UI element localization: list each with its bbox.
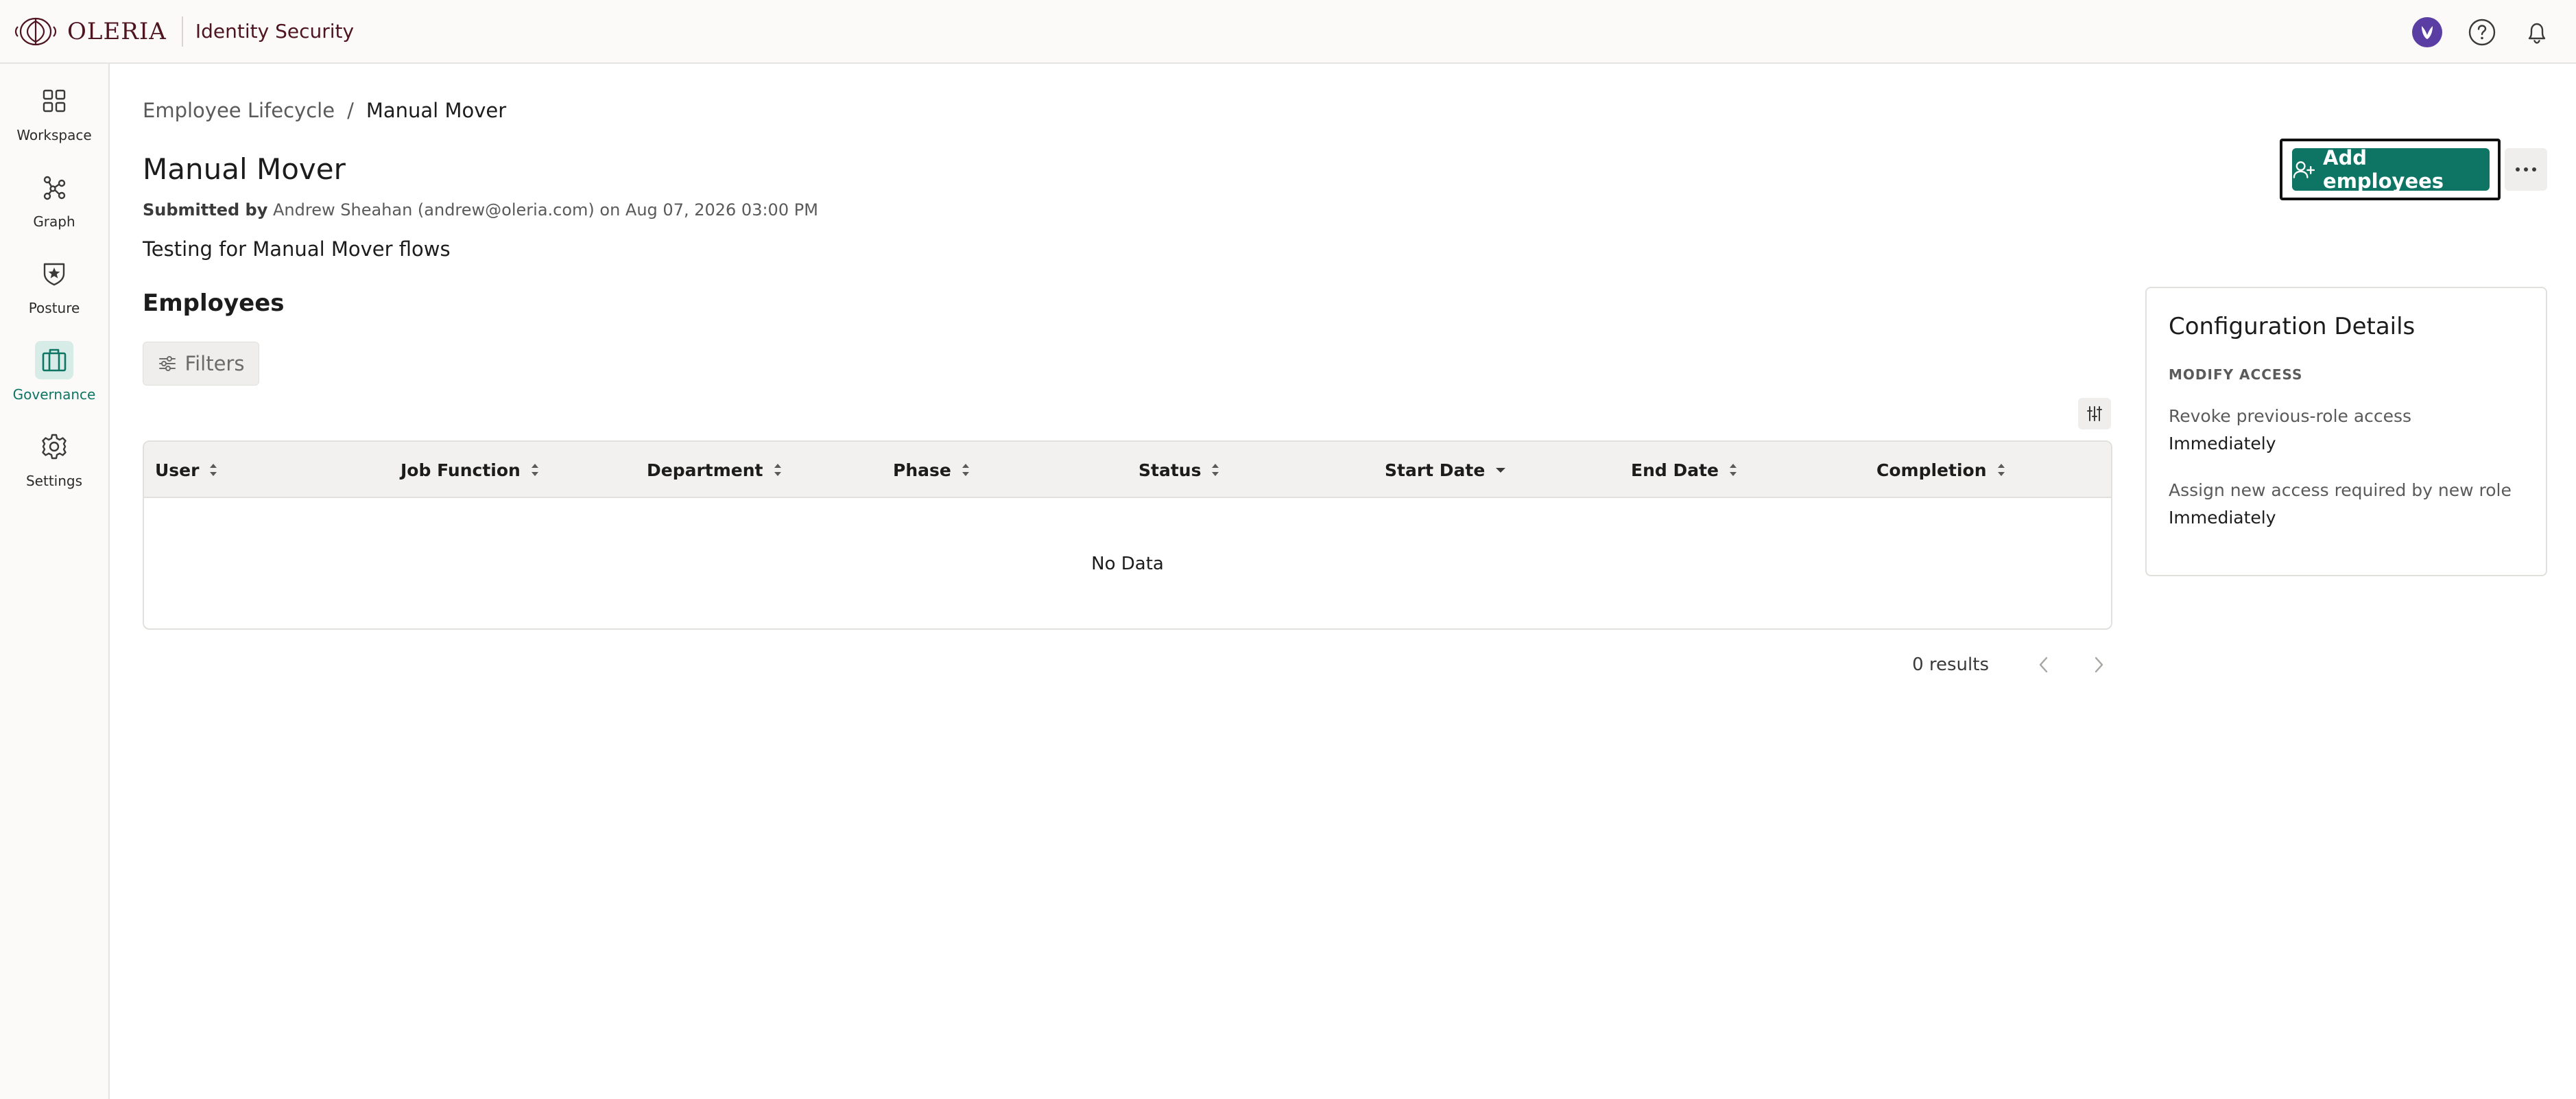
add-user-icon: [2293, 161, 2315, 178]
sidebar: Workspace Graph Posture Governance Setti…: [0, 64, 110, 1099]
column-header-department[interactable]: Department: [647, 442, 783, 498]
sort-icon: [1730, 464, 1737, 476]
submitted-by-text: Andrew Sheahan (andrew@oleria.com) on Au…: [273, 200, 818, 220]
config-item-value: Immediately: [2169, 508, 2276, 528]
bell-icon: [2528, 23, 2546, 44]
sidebar-item-settings[interactable]: Settings: [0, 427, 108, 503]
gear-icon: [35, 427, 73, 466]
employees-section-title: Employees: [143, 289, 285, 317]
column-header-user[interactable]: User: [155, 442, 218, 498]
column-header-end-date[interactable]: End Date: [1631, 442, 1738, 498]
next-page-button[interactable]: [2085, 651, 2112, 678]
brand[interactable]: OLERIA Identity Security: [12, 0, 354, 63]
previous-page-button[interactable]: [2030, 651, 2058, 678]
user-avatar[interactable]: [2411, 16, 2443, 48]
column-header-label: Status: [1138, 460, 1202, 480]
breadcrumb-separator: /: [347, 99, 354, 122]
page-description: Testing for Manual Mover flows: [143, 237, 451, 261]
column-header-label: End Date: [1631, 460, 1719, 480]
column-header-start-date[interactable]: Start Date: [1385, 442, 1507, 498]
page-title: Manual Mover: [143, 152, 346, 186]
graph-icon: [35, 168, 73, 206]
sidebar-item-posture[interactable]: Posture: [0, 255, 108, 330]
sort-icon: [1997, 464, 2005, 476]
column-header-label: Job Function: [401, 460, 521, 480]
column-header-job-function[interactable]: Job Function: [401, 442, 540, 498]
more-actions-button[interactable]: [2505, 148, 2547, 191]
sliders-icon: [158, 356, 176, 371]
column-header-status[interactable]: Status: [1138, 442, 1220, 498]
pagination: 0 results: [1852, 648, 2112, 682]
config-section-label: MODIFY ACCESS: [2169, 366, 2303, 383]
table-header: User Job Function Department Phase Statu…: [144, 442, 2111, 498]
add-employees-label: Add employees: [2323, 146, 2444, 193]
employees-table: User Job Function Department Phase Statu…: [143, 440, 2112, 630]
sidebar-item-label: Posture: [28, 300, 80, 316]
sidebar-item-label: Governance: [12, 386, 96, 403]
column-header-label: Phase: [893, 460, 951, 480]
column-header-label: Department: [647, 460, 763, 480]
filters-label: Filters: [184, 352, 245, 375]
config-item-label: Revoke previous-role access: [2169, 406, 2412, 426]
top-right-actions: [2411, 0, 2553, 64]
column-header-label: User: [155, 460, 200, 480]
column-settings-icon: [2087, 406, 2102, 421]
sort-icon: [210, 464, 217, 476]
empty-state-text: No Data: [1091, 554, 1164, 574]
sort-icon: [531, 464, 538, 476]
sort-icon: [774, 464, 781, 476]
more-horizontal-icon: [2516, 167, 2536, 172]
help-button[interactable]: [2466, 16, 2498, 48]
column-header-completion[interactable]: Completion: [1876, 442, 2006, 498]
help-icon: [2468, 19, 2496, 45]
breadcrumb: Employee Lifecycle / Manual Mover: [143, 99, 506, 122]
column-header-label: Start Date: [1385, 460, 1486, 480]
submitted-by-label: Submitted by: [143, 200, 268, 220]
grid-icon: [35, 82, 73, 120]
breadcrumb-link-employee-lifecycle[interactable]: Employee Lifecycle: [143, 99, 335, 122]
brand-wordmark: OLERIA: [67, 17, 167, 45]
breadcrumb-current: Manual Mover: [366, 99, 507, 122]
column-header-phase[interactable]: Phase: [893, 442, 970, 498]
product-name: Identity Security: [195, 20, 355, 43]
sidebar-item-label: Graph: [33, 213, 75, 230]
oleria-logo-icon: [14, 17, 57, 45]
avatar-icon: [2412, 16, 2442, 47]
brand-divider: [181, 16, 183, 47]
sort-descending-icon: [1496, 468, 1506, 473]
submitted-info: Submitted by Andrew Sheahan (andrew@oler…: [143, 200, 818, 220]
add-employees-button[interactable]: Add employees: [2292, 146, 2490, 193]
sort-icon: [962, 464, 969, 476]
sort-icon: [1212, 464, 1219, 476]
column-header-label: Completion: [1876, 460, 1987, 480]
config-item-label: Assign new access required by new role: [2169, 480, 2512, 500]
sidebar-item-governance[interactable]: Governance: [0, 341, 108, 416]
filters-button[interactable]: Filters: [143, 342, 259, 386]
configuration-details-panel: Configuration Details MODIFY ACCESS Revo…: [2145, 287, 2547, 576]
configuration-details-title: Configuration Details: [2169, 313, 2416, 340]
top-bar: OLERIA Identity Security: [0, 0, 2576, 64]
results-count: 0 results: [1912, 654, 1989, 675]
sidebar-item-graph[interactable]: Graph: [0, 168, 108, 244]
sidebar-item-workspace[interactable]: Workspace: [0, 82, 108, 157]
table-body: No Data: [144, 498, 2111, 628]
config-item-value: Immediately: [2169, 434, 2276, 453]
shield-star-icon: [35, 255, 73, 293]
briefcase-icon: [35, 341, 73, 379]
chevron-right-icon: [2095, 657, 2103, 673]
notifications-button[interactable]: [2521, 16, 2553, 48]
chevron-left-icon: [2039, 657, 2048, 673]
sidebar-item-label: Workspace: [16, 127, 92, 143]
column-settings-button[interactable]: [2078, 398, 2111, 429]
sidebar-item-label: Settings: [25, 473, 83, 489]
